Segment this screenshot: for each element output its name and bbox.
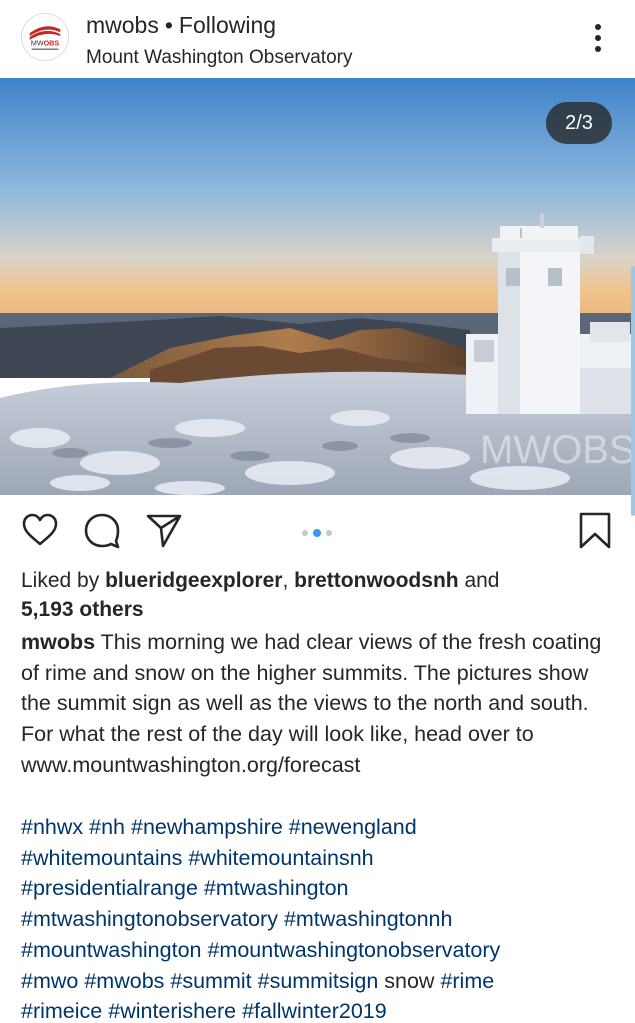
post-photo[interactable]: MWOBS (0, 78, 635, 495)
bookmark-icon (579, 512, 611, 549)
username-line: mwobs • Following (86, 12, 276, 39)
carousel-dot (326, 530, 332, 536)
summit-photo-image: MWOBS (0, 78, 635, 495)
liked-by-user-link[interactable]: blueridgeexplorer (105, 569, 282, 592)
hashtag-link[interactable]: #mtwashington (204, 876, 349, 900)
separator: • (164, 12, 173, 38)
mwobs-logo-icon: MWOBS (22, 14, 68, 60)
carousel-dot (302, 530, 308, 536)
hashtag-link[interactable]: #nhwx (21, 815, 83, 839)
likes-count-link[interactable]: 5,193 others (21, 598, 144, 621)
caption-text: This morning we had clear views of the f… (21, 630, 602, 777)
media-counter: 2/3 (546, 102, 612, 144)
likes-and: and (458, 569, 500, 592)
post-caption: mwobs This morning we had clear views of… (21, 627, 621, 781)
hashtag-link[interactable]: #rime (440, 969, 494, 993)
hashtag-link[interactable]: #whitemountainsnh (188, 846, 373, 870)
username[interactable]: mwobs (86, 12, 159, 38)
action-bar (0, 505, 635, 555)
likes-summary: Liked by blueridgeexplorer, brettonwoods… (21, 566, 621, 624)
location-link[interactable]: Mount Washington Observatory (86, 47, 352, 69)
scroll-indicator (631, 266, 635, 516)
svg-text:MWOBS: MWOBS (31, 40, 60, 48)
hashtag-link[interactable]: #newengland (289, 815, 417, 839)
like-button[interactable] (20, 510, 60, 550)
hashtag-link[interactable]: #summitsign (258, 969, 379, 993)
avatar[interactable]: MWOBS (21, 13, 69, 61)
share-button[interactable] (144, 510, 184, 550)
hashtag-link[interactable]: #newhampshire (131, 815, 283, 839)
hashtag-link[interactable]: #rimeice (21, 999, 102, 1023)
hashtag-link[interactable]: #presidentialrange (21, 876, 198, 900)
hashtag-spacer: snow (378, 968, 441, 993)
likes-comma: , (282, 569, 295, 592)
hashtag-link[interactable]: #mountwashingtonobservatory (207, 938, 500, 962)
hashtag-list: #nhwx #nh #newhampshire #newengland #whit… (21, 812, 621, 1023)
more-options-button[interactable] (586, 22, 610, 54)
hashtag-link[interactable]: #winterishere (108, 999, 236, 1023)
hashtag-link[interactable]: #mwo (21, 969, 78, 993)
hashtag-link[interactable]: #whitemountains (21, 846, 182, 870)
follow-status[interactable]: Following (179, 12, 276, 38)
svg-text:MWOBS: MWOBS (480, 428, 635, 472)
post-header: MWOBS mwobs • Following Mount Washington O… (0, 0, 635, 78)
comment-icon (84, 513, 120, 549)
heart-icon (22, 513, 58, 546)
hashtag-link[interactable]: #mtwashingtonnh (284, 907, 453, 931)
share-icon (146, 514, 182, 548)
comment-button[interactable] (82, 510, 122, 550)
save-button[interactable] (575, 510, 615, 550)
hashtag-link[interactable]: #mtwashingtonobservatory (21, 907, 278, 931)
hashtag-link[interactable]: #summit (170, 969, 251, 993)
hashtag-link[interactable]: #fallwinter2019 (242, 999, 387, 1023)
liked-by-user-link[interactable]: brettonwoodsnh (294, 569, 458, 592)
hashtag-link[interactable]: #mountwashington (21, 938, 201, 962)
hashtag-link[interactable]: #nh (89, 815, 125, 839)
carousel-dot-active (313, 529, 321, 537)
likes-prefix: Liked by (21, 569, 106, 592)
hashtag-link[interactable]: #mwobs (84, 969, 164, 993)
more-vertical-icon (595, 24, 601, 52)
carousel-indicator (300, 529, 340, 539)
caption-author-link[interactable]: mwobs (21, 630, 95, 654)
